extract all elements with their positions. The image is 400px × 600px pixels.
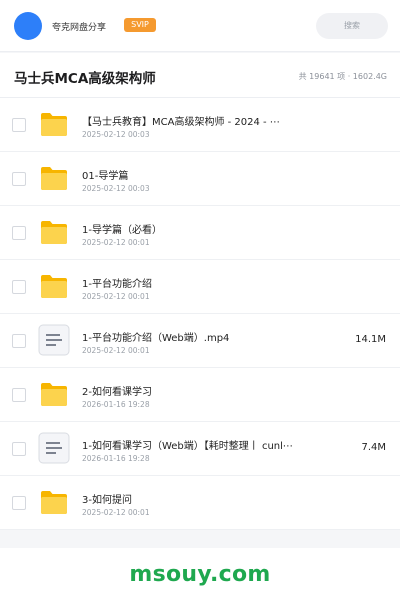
footer: msouy.com	[0, 548, 400, 600]
header-bar: 夸克网盘分享 SVIP 搜索	[0, 0, 400, 52]
file-date: 2025-02-12 00:01	[82, 238, 150, 247]
folder-icon	[39, 109, 69, 139]
file-name: 【马士兵教育】MCA高级架构师 - 2024 - ⋯	[82, 117, 280, 128]
file-name: 3-如何提问	[82, 495, 132, 506]
row-checkbox[interactable]	[12, 226, 26, 240]
folder-icon	[39, 271, 69, 301]
folder-icon	[39, 217, 69, 247]
file-date: 2026-01-16 19:28	[82, 400, 150, 409]
folder-stats: 共 19641 项 · 1602.4G	[298, 72, 387, 81]
file-row[interactable]: 【马士兵教育】MCA高级架构师 - 2024 - ⋯ 2025-02-12 00:…	[0, 98, 400, 152]
file-date: 2026-01-16 19:28	[82, 454, 150, 463]
folder-icon	[39, 487, 69, 517]
row-checkbox[interactable]	[12, 388, 26, 402]
file-date: 2025-02-12 00:01	[82, 292, 150, 301]
file-date: 2025-02-12 00:01	[82, 346, 150, 355]
file-name: 1-导学篇（必看）	[82, 225, 162, 236]
avatar[interactable]	[14, 12, 42, 40]
row-checkbox[interactable]	[12, 442, 26, 456]
file-row[interactable]: 1-如何看课学习（Web端）【耗时整理丨 cunl⋯ 2026-01-16 19:…	[0, 422, 400, 476]
folder-title-bar: 马士兵MCA高级架构师 共 19641 项 · 1602.4G	[0, 53, 400, 98]
folder-icon	[39, 379, 69, 409]
file-list: 【马士兵教育】MCA高级架构师 - 2024 - ⋯ 2025-02-12 00:…	[0, 98, 400, 530]
file-date: 2025-02-12 00:03	[82, 130, 150, 139]
file-date: 2025-02-12 00:03	[82, 184, 150, 193]
file-row[interactable]: 3-如何提问 2025-02-12 00:01	[0, 476, 400, 530]
file-row[interactable]: 1-导学篇（必看） 2025-02-12 00:01	[0, 206, 400, 260]
file-name: 01-导学篇	[82, 171, 129, 182]
document-icon	[38, 432, 70, 464]
file-row[interactable]: 01-导学篇 2025-02-12 00:03	[0, 152, 400, 206]
row-checkbox[interactable]	[12, 118, 26, 132]
page-title: 马士兵MCA高级架构师	[14, 71, 156, 87]
file-name: 2-如何看课学习	[82, 387, 152, 398]
svip-badge: SVIP	[124, 18, 156, 32]
share-owner-name: 夸克网盘分享	[52, 23, 107, 33]
file-row[interactable]: 1-平台功能介绍 2025-02-12 00:01	[0, 260, 400, 314]
file-name: 1-如何看课学习（Web端）【耗时整理丨 cunl⋯	[82, 441, 293, 452]
folder-icon	[39, 163, 69, 193]
file-size: 7.4M	[361, 442, 386, 453]
row-checkbox[interactable]	[12, 334, 26, 348]
file-row[interactable]: 1-平台功能介绍（Web端）.mp4 2025-02-12 00:01 14.1M	[0, 314, 400, 368]
file-name: 1-平台功能介绍（Web端）.mp4	[82, 333, 230, 344]
file-size: 14.1M	[355, 334, 386, 345]
row-checkbox[interactable]	[12, 280, 26, 294]
file-date: 2025-02-12 00:01	[82, 508, 150, 517]
file-row[interactable]: 2-如何看课学习 2026-01-16 19:28	[0, 368, 400, 422]
row-checkbox[interactable]	[12, 172, 26, 186]
document-icon	[38, 324, 70, 356]
search-input[interactable]: 搜索	[316, 13, 388, 39]
brand-watermark: msouy.com	[129, 562, 271, 587]
row-checkbox[interactable]	[12, 496, 26, 510]
file-name: 1-平台功能介绍	[82, 279, 152, 290]
